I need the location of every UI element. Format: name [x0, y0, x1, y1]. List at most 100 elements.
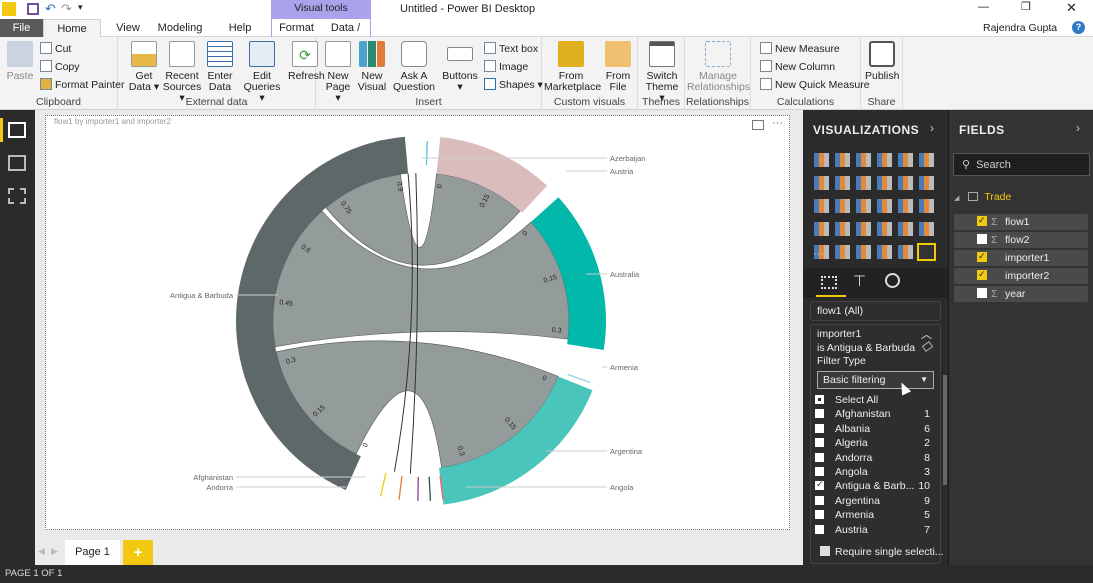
- page-nav-next[interactable]: ▶: [51, 546, 58, 557]
- filter-value-item[interactable]: Argentina 9: [815, 494, 930, 508]
- add-page-button[interactable]: +: [123, 540, 153, 565]
- filter-value-item[interactable]: ✓ Antigua & Barb... 10: [815, 479, 930, 493]
- field-item-importer1[interactable]: importer1: [954, 248, 1088, 266]
- text-box-button[interactable]: Text box: [484, 41, 538, 57]
- checkbox-icon[interactable]: [815, 510, 824, 520]
- checkbox-icon[interactable]: [815, 467, 824, 476]
- get-data-button[interactable]: Get Data ▾: [124, 41, 164, 93]
- visual-type-icon[interactable]: [898, 199, 913, 213]
- edit-queries-button[interactable]: Edit Queries ▾: [242, 41, 282, 104]
- require-single-selection-checkbox[interactable]: Require single selecti...: [820, 546, 944, 558]
- filter-pane-scrollbar[interactable]: [943, 375, 947, 485]
- publish-button[interactable]: Publish: [865, 41, 899, 82]
- visual-type-icon[interactable]: [856, 153, 871, 167]
- visual-type-icon[interactable]: [877, 222, 892, 236]
- visual-type-icon[interactable]: [919, 176, 934, 190]
- cut-button[interactable]: Cut: [40, 41, 71, 57]
- ask-question-button[interactable]: Ask A Question: [392, 41, 436, 93]
- paste-button[interactable]: Paste: [5, 41, 35, 82]
- tab-help[interactable]: Help: [220, 19, 260, 37]
- tab-modeling[interactable]: Modeling: [150, 19, 210, 37]
- visual-type-icon[interactable]: [835, 153, 850, 167]
- collapse-filter-icon[interactable]: ︿: [921, 326, 932, 342]
- visual-type-icon[interactable]: [835, 176, 850, 190]
- chord-chart-visual[interactable]: flow1 by importer1 and importer2 ··· 0 0.…: [45, 115, 790, 530]
- visual-type-icon[interactable]: [898, 245, 913, 259]
- select-all-item[interactable]: Select All: [815, 393, 930, 407]
- manage-relationships-button[interactable]: Manage Relationships: [687, 41, 750, 93]
- filter-card-flow1[interactable]: flow1 (All): [810, 301, 941, 321]
- close-button[interactable]: ✕: [1066, 0, 1077, 16]
- new-measure-button[interactable]: New Measure: [760, 41, 840, 57]
- visual-type-icon[interactable]: [835, 222, 850, 236]
- field-checkbox[interactable]: [977, 288, 987, 298]
- filter-value-item[interactable]: Armenia 5: [815, 508, 930, 522]
- report-view-icon[interactable]: [8, 122, 26, 138]
- field-checkbox[interactable]: [977, 266, 987, 282]
- page-nav-prev[interactable]: ◀: [38, 546, 45, 557]
- minimize-button[interactable]: —: [978, 1, 989, 13]
- format-paint-roller-icon[interactable]: ⊤: [853, 272, 866, 290]
- fields-tab-icon[interactable]: [821, 276, 837, 289]
- filter-value-item[interactable]: Algeria 2: [815, 436, 930, 450]
- customize-toolbar-icon[interactable]: ▾: [78, 2, 83, 13]
- visual-type-icon[interactable]: [898, 176, 913, 190]
- field-checkbox[interactable]: [977, 248, 987, 264]
- from-marketplace-button[interactable]: From Marketplace: [544, 41, 601, 93]
- more-visuals-button[interactable]: ···: [813, 248, 824, 260]
- checkbox-icon[interactable]: [815, 438, 824, 448]
- checkbox-icon[interactable]: [815, 524, 824, 534]
- checkbox-icon[interactable]: [815, 495, 824, 505]
- help-icon[interactable]: ?: [1072, 21, 1085, 34]
- checkbox-icon[interactable]: [815, 395, 824, 404]
- tab-file[interactable]: File: [0, 19, 43, 37]
- filter-type-dropdown[interactable]: Basic filtering ▼: [817, 371, 934, 389]
- new-visual-button[interactable]: New Visual: [356, 41, 388, 93]
- visual-type-icon[interactable]: [877, 199, 892, 213]
- visual-type-icon[interactable]: [856, 176, 871, 190]
- fields-search-input[interactable]: ⚲ Search: [953, 153, 1090, 176]
- checkbox-icon[interactable]: ✓: [815, 479, 824, 491]
- field-item-importer2[interactable]: importer2: [954, 266, 1088, 284]
- visual-type-icon[interactable]: [835, 199, 850, 213]
- field-checkbox[interactable]: [977, 212, 987, 228]
- tab-format[interactable]: Format: [271, 19, 321, 37]
- visual-type-icon[interactable]: [814, 153, 829, 167]
- visual-type-icon[interactable]: [856, 199, 871, 213]
- visual-type-icon[interactable]: [877, 153, 892, 167]
- visual-type-icon[interactable]: [877, 245, 892, 259]
- redo-icon[interactable]: ↷: [61, 1, 72, 17]
- visual-type-icon[interactable]: [814, 176, 829, 190]
- shapes-button[interactable]: Shapes ▾: [484, 77, 543, 93]
- filter-value-item[interactable]: Angola 3: [815, 465, 930, 479]
- checkbox-icon[interactable]: [815, 423, 824, 433]
- checkbox-icon[interactable]: [815, 409, 824, 419]
- tab-home[interactable]: Home: [43, 19, 101, 37]
- from-file-button[interactable]: From File: [602, 41, 634, 93]
- copy-button[interactable]: Copy: [40, 59, 80, 75]
- visual-type-icon[interactable]: [814, 222, 829, 236]
- recent-sources-button[interactable]: Recent Sources ▾: [162, 41, 202, 104]
- collapse-ribbon-icon[interactable]: ︿: [1047, 21, 1056, 34]
- checkbox-icon[interactable]: [815, 452, 824, 462]
- visual-type-icon[interactable]: [814, 199, 829, 213]
- filter-value-item[interactable]: Afghanistan 1: [815, 407, 930, 421]
- collapse-visualizations-icon[interactable]: ›: [930, 121, 934, 135]
- new-quick-measure-button[interactable]: New Quick Measure: [760, 77, 870, 93]
- visual-type-icon[interactable]: [919, 153, 934, 167]
- page-tab-page-1[interactable]: Page 1: [65, 540, 120, 565]
- visual-type-icon[interactable]: [919, 222, 934, 236]
- undo-icon[interactable]: ↶: [45, 1, 56, 17]
- tab-data-drill[interactable]: Data / Drill: [321, 19, 371, 52]
- visual-type-icon[interactable]: [919, 199, 934, 213]
- filter-value-item[interactable]: Albania 6: [815, 422, 930, 436]
- collapse-fields-icon[interactable]: ›: [1076, 121, 1080, 135]
- new-column-button[interactable]: New Column: [760, 59, 835, 75]
- visual-type-icon[interactable]: [877, 176, 892, 190]
- visual-type-icon[interactable]: [856, 222, 871, 236]
- data-view-icon[interactable]: [8, 155, 26, 171]
- restore-button[interactable]: ❐: [1021, 0, 1031, 13]
- tab-view[interactable]: View: [108, 19, 148, 37]
- visual-type-icon[interactable]: [856, 245, 871, 259]
- new-page-button[interactable]: New Page ▾: [322, 41, 354, 104]
